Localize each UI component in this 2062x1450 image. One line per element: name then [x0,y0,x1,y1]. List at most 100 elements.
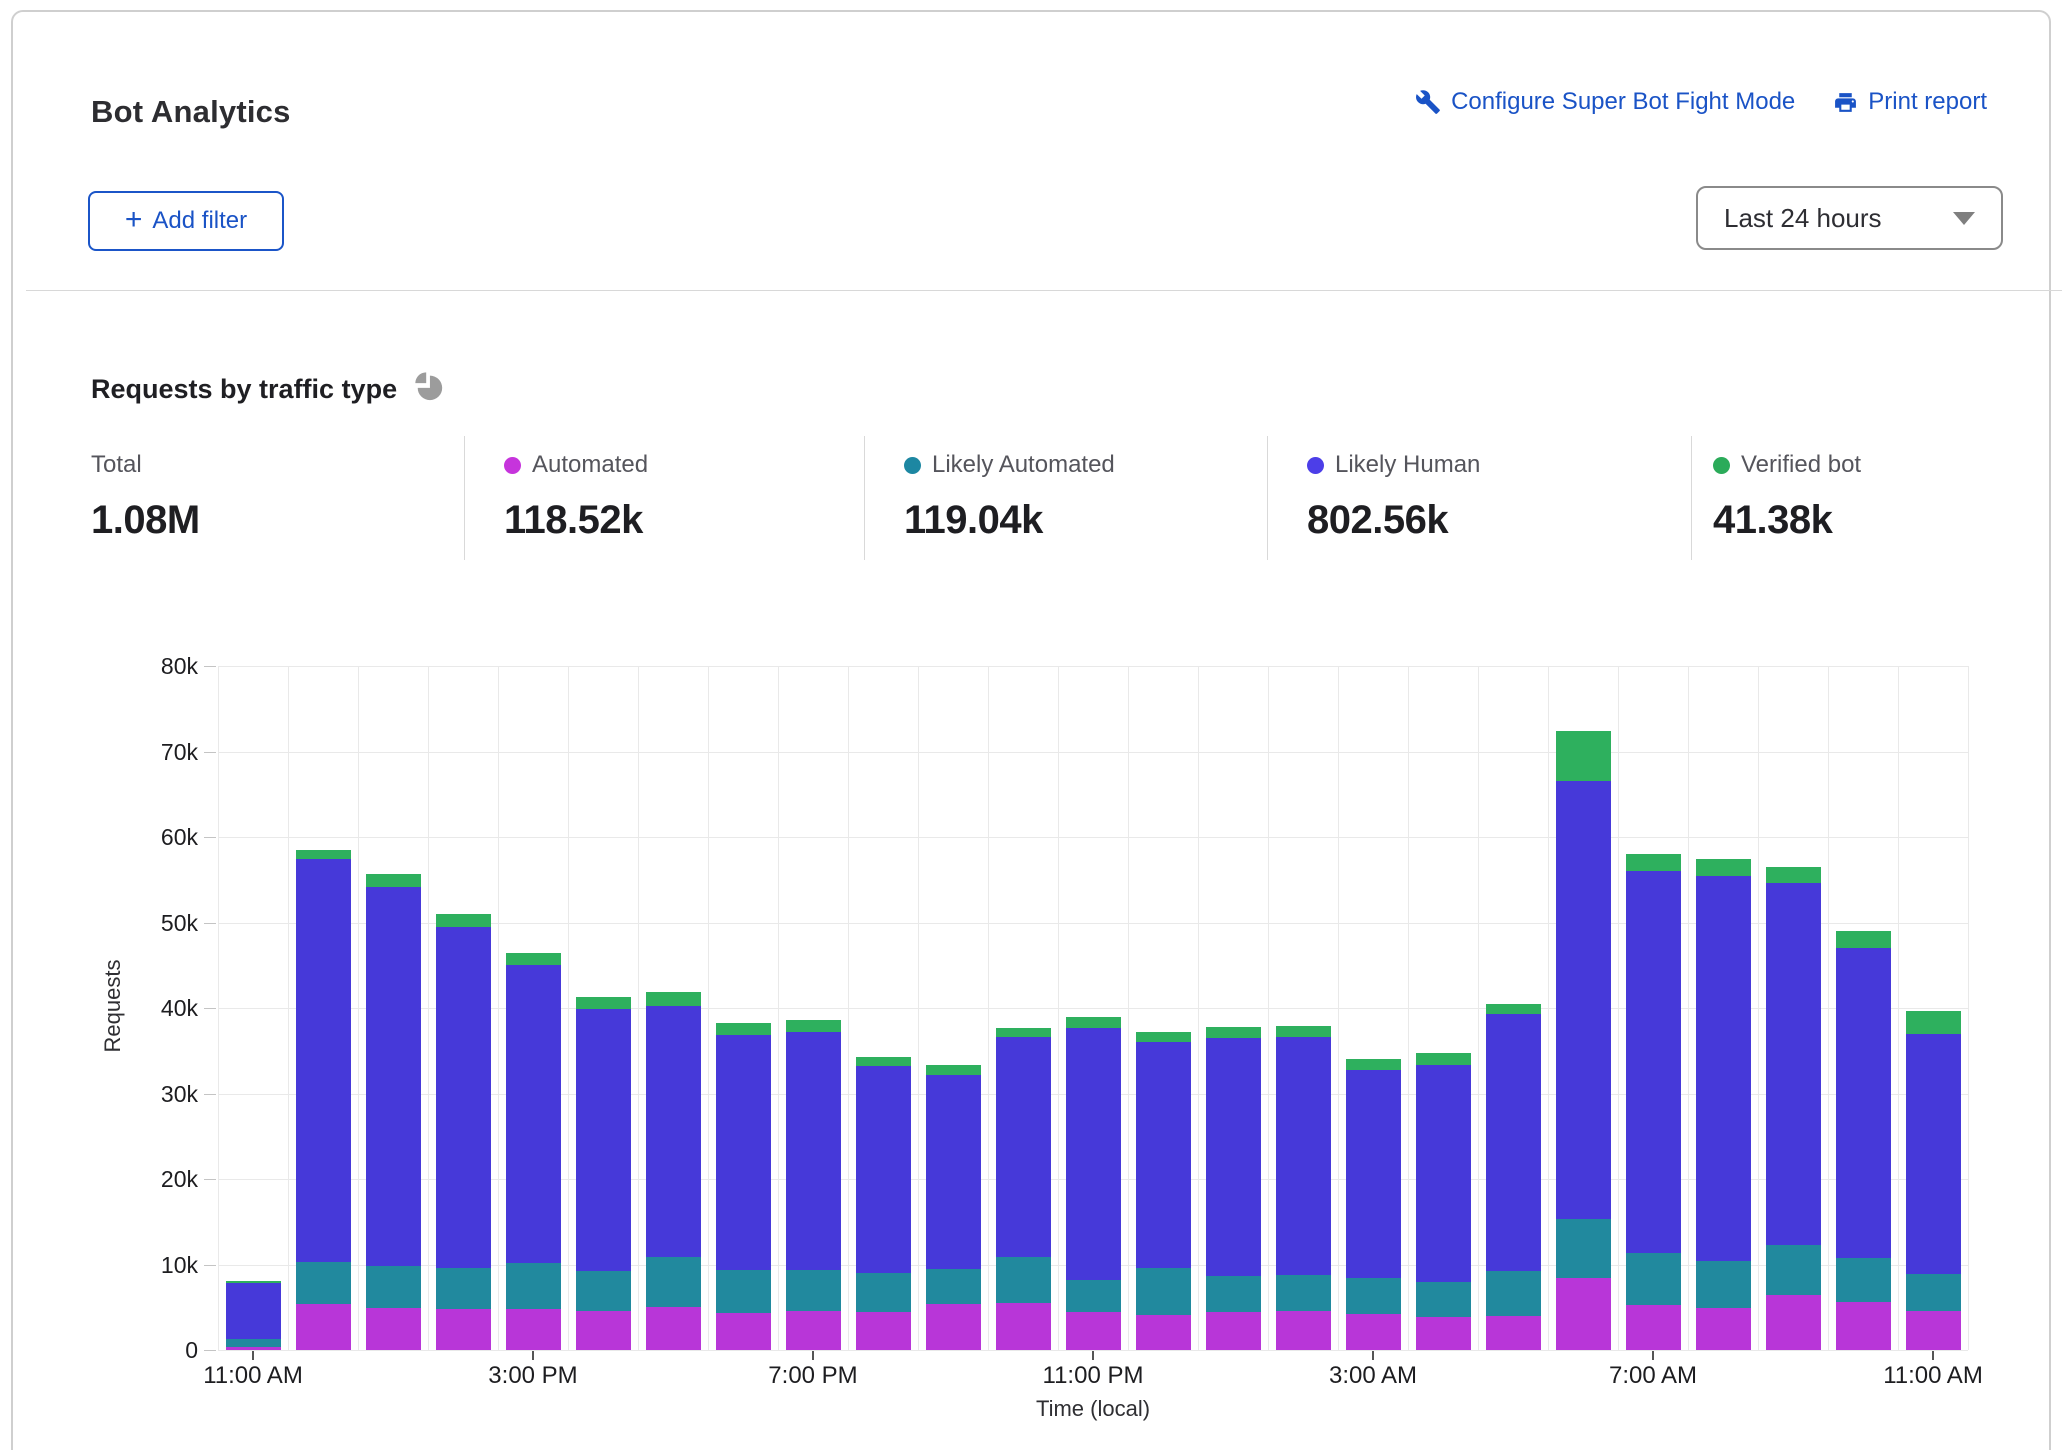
bar-segment-automated [1836,1302,1891,1350]
y-axis-tick-label: 0 [128,1337,198,1364]
bar-segment-likely-automated [1206,1276,1261,1312]
bar-segment-verified-bot [1486,1004,1541,1014]
x-tick [1372,1351,1374,1360]
bar-segment-automated [226,1347,281,1350]
bar-segment-likely-automated [1136,1268,1191,1315]
gridline [218,837,1968,838]
bot-analytics-page: Bot Analytics Configure Super Bot Fight … [0,0,2062,1450]
bar-segment-verified-bot [646,992,701,1007]
bar-segment-likely-automated [1416,1282,1471,1317]
bar-segment-automated [296,1304,351,1350]
bar-segment-likely-human [646,1006,701,1257]
bar-segment-likely-human [1626,871,1681,1253]
bar-segment-likely-human [1836,948,1891,1258]
bar-segment-automated [1766,1295,1821,1350]
bar-segment-likely-automated [1556,1219,1611,1278]
gridline [218,666,1968,667]
bar-segment-verified-bot [436,914,491,927]
bar-segment-likely-automated [646,1257,701,1307]
bar-segment-verified-bot [1696,859,1751,876]
bar-segment-likely-human [506,965,561,1263]
x-tick [1932,1351,1934,1360]
y-tick [204,837,216,838]
y-axis-tick-label: 40k [128,995,198,1022]
bar-segment-verified-bot [226,1281,281,1284]
bar-segment-verified-bot [366,874,421,888]
bar-segment-verified-bot [1626,854,1681,871]
bar-segment-likely-automated [1486,1271,1541,1315]
bar-segment-likely-human [1066,1028,1121,1280]
bar-segment-likely-human [1766,883,1821,1245]
bar-segment-automated [786,1311,841,1350]
bar-segment-likely-automated [856,1273,911,1312]
x-axis-title: Time (local) [943,1396,1243,1422]
bar-segment-verified-bot [1766,867,1821,883]
y-tick [204,1350,216,1351]
bar-segment-likely-human [1556,781,1611,1219]
x-axis-tick-label: 11:00 AM [183,1362,323,1390]
bar-segment-likely-automated [1626,1253,1681,1304]
y-tick [204,1094,216,1095]
bar-segment-verified-bot [1136,1032,1191,1042]
bar-segment-verified-bot [856,1057,911,1066]
bar-segment-verified-bot [716,1023,771,1035]
bar-segment-likely-human [1416,1065,1471,1281]
x-axis-tick-label: 7:00 PM [743,1362,883,1390]
bar-segment-verified-bot [996,1028,1051,1037]
x-tick [812,1351,814,1360]
bar-segment-automated [856,1312,911,1350]
bar-segment-verified-bot [1906,1011,1961,1033]
y-tick [204,1265,216,1266]
bar-segment-verified-bot [1556,731,1611,781]
bar-segment-verified-bot [1066,1017,1121,1027]
bar-segment-likely-automated [1346,1278,1401,1314]
bar-segment-likely-automated [506,1263,561,1309]
bar-segment-automated [1346,1314,1401,1350]
bar-segment-likely-human [366,887,421,1266]
bar-segment-automated [1556,1278,1611,1350]
x-tick [252,1351,254,1360]
bar-segment-automated [366,1308,421,1350]
bar-segment-likely-human [436,927,491,1268]
bar-segment-automated [646,1307,701,1350]
x-tick [1652,1351,1654,1360]
bar-segment-likely-automated [296,1262,351,1304]
bar-segment-likely-automated [1696,1261,1751,1308]
x-axis-tick-label: 3:00 AM [1303,1362,1443,1390]
bar-segment-automated [1416,1317,1471,1350]
bar-segment-verified-bot [1206,1027,1261,1038]
y-axis-tick-label: 30k [128,1081,198,1108]
bar-segment-likely-automated [1276,1275,1331,1311]
y-tick [204,666,216,667]
bar-segment-likely-human [1136,1042,1191,1268]
bar-segment-verified-bot [1276,1026,1331,1037]
bar-segment-verified-bot [1416,1053,1471,1065]
y-axis-title: Requests [100,946,126,1066]
x-axis-tick-label: 11:00 AM [1863,1362,2003,1390]
x-axis-tick-label: 11:00 PM [1023,1362,1163,1390]
bar-segment-automated [1486,1316,1541,1350]
bar-segment-likely-automated [926,1269,981,1304]
bar-segment-likely-human [926,1075,981,1269]
x-axis-tick-label: 3:00 PM [463,1362,603,1390]
bar-segment-likely-human [1696,876,1751,1261]
y-tick [204,752,216,753]
y-axis-tick-label: 70k [128,739,198,766]
bar-segment-automated [1136,1315,1191,1350]
bar-segment-likely-automated [1766,1245,1821,1295]
bar-segment-automated [926,1304,981,1350]
bar-segment-automated [576,1311,631,1350]
y-axis-tick-label: 10k [128,1252,198,1279]
x-axis-tick-label: 7:00 AM [1583,1362,1723,1390]
bar-segment-automated [996,1303,1051,1350]
bar-segment-automated [1276,1311,1331,1350]
gridline [1968,666,1969,1350]
bar-segment-likely-human [1206,1038,1261,1277]
bar-segment-verified-bot [786,1020,841,1032]
bar-segment-verified-bot [296,850,351,859]
bar-segment-likely-automated [1836,1258,1891,1302]
bar-segment-verified-bot [506,953,561,965]
gridline [218,752,1968,753]
bar-segment-likely-automated [366,1266,421,1308]
bar-segment-automated [1066,1312,1121,1350]
